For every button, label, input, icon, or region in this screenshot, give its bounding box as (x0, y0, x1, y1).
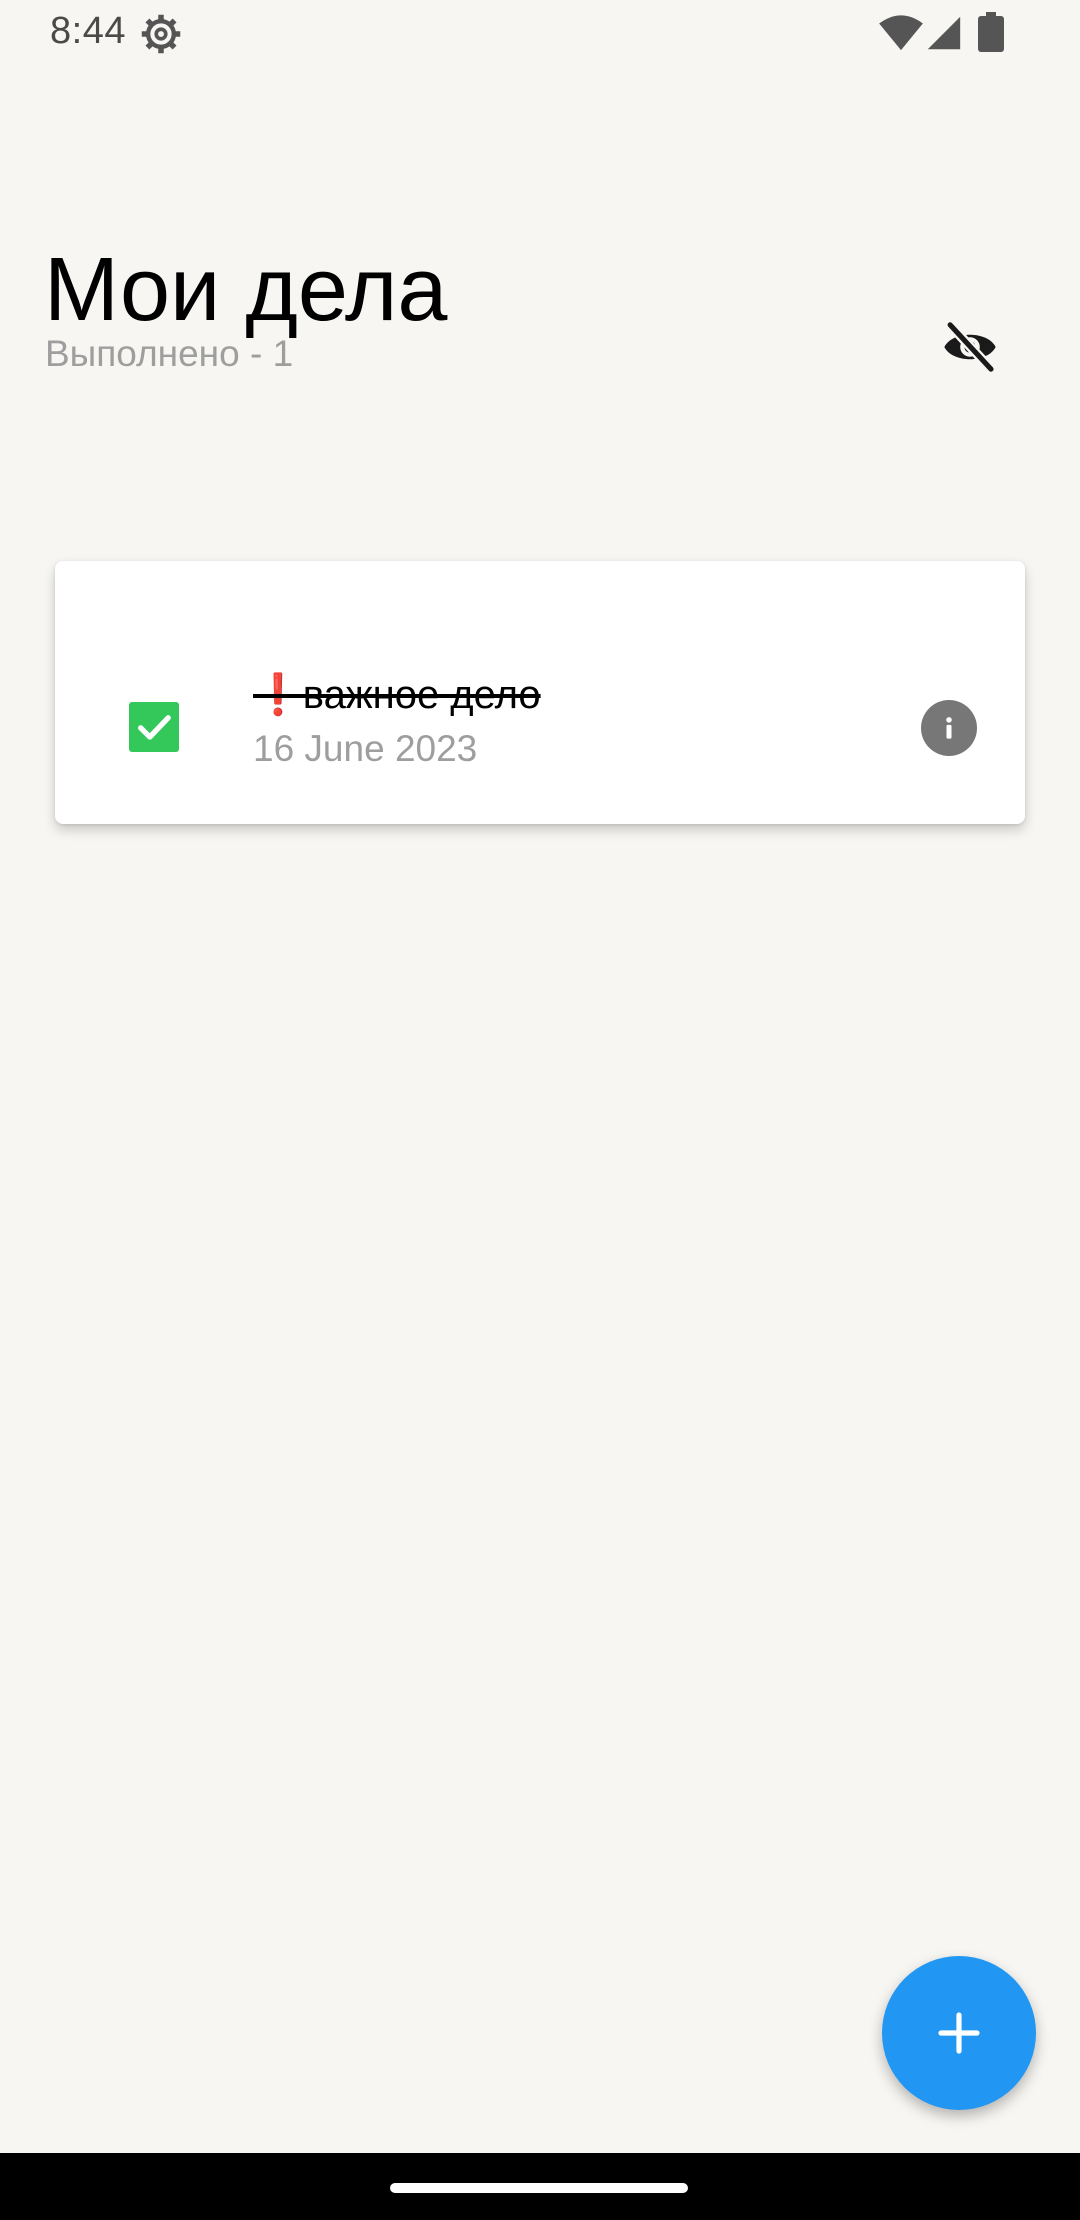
eye-off-icon (944, 319, 996, 375)
plus-icon (938, 2012, 980, 2054)
task-date: 16 June 2023 (253, 728, 478, 769)
wifi-icon (879, 15, 923, 51)
status-bar: 8:44 (0, 0, 1080, 66)
visibility-toggle-button[interactable] (934, 314, 1006, 380)
checkmark-icon (138, 715, 171, 740)
task-checkbox[interactable] (129, 702, 179, 752)
add-task-button[interactable] (882, 1956, 1036, 2110)
task-text: ❗важное дело 16 June 2023 (253, 671, 541, 771)
done-count: Выполнено - 1 (45, 333, 294, 374)
page-title: Мои дела (44, 240, 448, 340)
info-button[interactable] (921, 700, 977, 756)
status-time: 8:44 (50, 10, 126, 52)
task-title: ❗важное дело (253, 673, 541, 717)
home-gesture-handle[interactable] (390, 2183, 688, 2193)
battery-icon (978, 12, 1004, 52)
cell-signal-icon (927, 16, 961, 50)
task-card[interactable]: ❗важное дело 16 June 2023 (55, 561, 1025, 824)
info-icon (946, 717, 952, 739)
settings-gear-icon (141, 14, 181, 54)
navigation-bar (0, 2153, 1080, 2220)
